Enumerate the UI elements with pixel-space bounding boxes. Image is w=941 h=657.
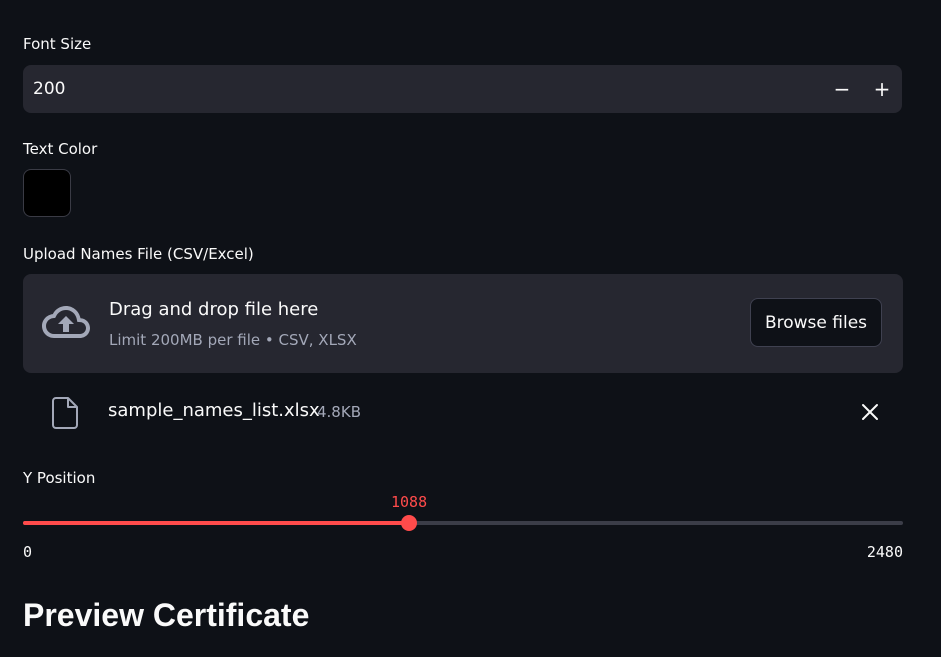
file-icon [52, 397, 78, 429]
text-color-label: Text Color [23, 140, 98, 158]
upload-label: Upload Names File (CSV/Excel) [23, 245, 254, 263]
slider-min-label: 0 [23, 543, 33, 561]
dropzone-subtitle: Limit 200MB per file • CSV, XLSX [109, 331, 357, 349]
file-dropzone[interactable]: Drag and drop file here Limit 200MB per … [23, 274, 903, 373]
font-size-input[interactable] [23, 65, 803, 113]
font-size-label: Font Size [23, 35, 92, 53]
slider-current-value: 1088 [391, 493, 428, 511]
uploaded-file-name: sample_names_list.xlsx [108, 400, 320, 421]
font-size-input-container: − + [23, 65, 902, 113]
slider-fill [23, 521, 410, 525]
dropzone-title: Drag and drop file here [109, 299, 319, 320]
decrement-button[interactable]: − [822, 65, 862, 113]
y-position-slider[interactable] [23, 515, 903, 531]
cloud-upload-icon [42, 306, 90, 338]
slider-thumb[interactable] [401, 515, 418, 531]
uploaded-file-size: 4.8KB [317, 403, 361, 421]
text-color-picker[interactable] [23, 169, 71, 217]
preview-heading: Preview Certificate [23, 597, 310, 633]
close-icon[interactable] [858, 400, 882, 424]
page: Font Size − + Text Color Upload Names Fi… [0, 0, 941, 657]
browse-files-button[interactable]: Browse files [750, 298, 882, 347]
y-position-label: Y Position [23, 469, 96, 487]
slider-max-label: 2480 [866, 543, 903, 561]
increment-button[interactable]: + [862, 65, 902, 113]
